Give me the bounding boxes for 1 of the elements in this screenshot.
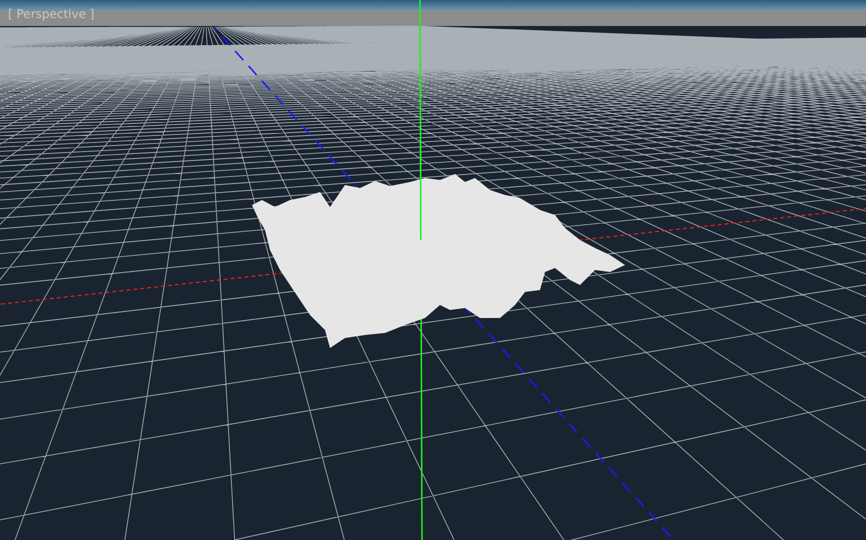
viewport-label: [ Perspective ] — [8, 7, 94, 21]
